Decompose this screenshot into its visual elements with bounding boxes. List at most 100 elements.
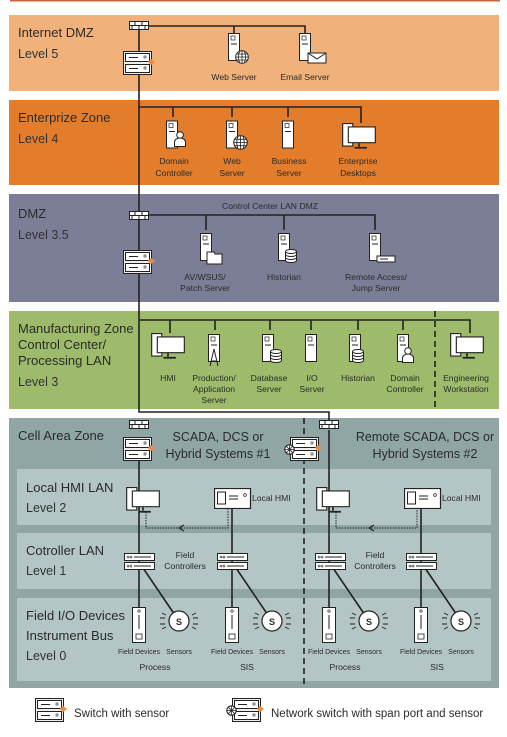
device-label: Web Server <box>211 72 256 82</box>
field-devices-label: Field Devices <box>308 649 351 656</box>
field-controllers-label: Controllers <box>164 561 206 571</box>
field-controllers-label: Field <box>366 550 385 560</box>
device-label: Controller <box>386 384 423 394</box>
device-label: Email Server <box>280 72 329 82</box>
field-devices-label: Field Devices <box>211 649 254 656</box>
span-port-icon <box>284 444 295 455</box>
zone-title: Cell Area Zone <box>18 428 104 443</box>
system-label: SCADA, DCS or <box>173 430 264 444</box>
device-label: Patch Server <box>180 283 230 293</box>
device-label: Web <box>223 156 241 166</box>
device-label: Domain <box>159 156 189 166</box>
network-label: Control Center LAN DMZ <box>222 201 318 211</box>
field-device-icon <box>132 607 146 643</box>
group-label: Process <box>329 662 360 672</box>
device-label: HMI <box>160 373 176 383</box>
system-label: Remote SCADA, DCS or <box>356 430 494 444</box>
server-icon <box>282 120 294 149</box>
field-devices-label: Field Devices <box>400 649 443 656</box>
top-rule <box>10 0 500 2</box>
server-icon <box>208 333 220 363</box>
database-icon <box>285 249 297 263</box>
zone-title: DMZ <box>18 206 46 221</box>
device-label: Server <box>256 384 281 394</box>
zone-title: Internet DMZ <box>18 25 94 40</box>
zone-title: Field I/O Devices <box>26 608 125 623</box>
device-label: Production/ <box>192 373 236 383</box>
device-label: Remote Access/ <box>345 272 408 282</box>
local-hmi-label: Local HMI <box>252 493 291 503</box>
device-label: Server <box>201 395 226 405</box>
system-label: Hybrid Systems #1 <box>166 447 271 461</box>
zone-level: Level 5 <box>18 47 58 61</box>
sensor-symbol: S <box>458 617 464 627</box>
zone-level: Level 3.5 <box>18 228 69 242</box>
sensor-symbol: S <box>176 617 182 627</box>
device-label: Server <box>276 168 301 178</box>
device-label: Engineering <box>443 373 489 383</box>
zone-level: Level 0 <box>26 649 66 663</box>
network-switch-span-icon <box>290 437 322 461</box>
firewall-icon <box>129 211 149 220</box>
device-label: Controller <box>155 168 192 178</box>
switch-with-sensor-icon <box>123 437 155 461</box>
firewall-icon <box>129 21 149 30</box>
zone-title: Local HMI LAN <box>26 480 113 495</box>
zone-level: Level 3 <box>18 375 58 389</box>
sensors-label: Sensors <box>259 649 285 656</box>
device-label: Desktops <box>340 168 376 178</box>
device-label: Server <box>299 384 324 394</box>
device-label: AV/WSUS/ <box>184 272 226 282</box>
folder-icon <box>206 251 223 265</box>
field-device-icon <box>322 607 336 643</box>
zone-level: Level 4 <box>18 132 58 146</box>
device-label: Historian <box>341 373 375 383</box>
remote-access-icon <box>376 255 396 263</box>
system-label: Hybrid Systems #2 <box>373 447 478 461</box>
group-label: SIS <box>240 662 254 672</box>
zone-title: Manufacturing Zone <box>18 321 134 336</box>
firewall-icon <box>319 420 339 429</box>
device-label: I/O <box>306 373 318 383</box>
ics-network-architecture-diagram: Internet DMZ Level 5 Enterprize Zone Lev… <box>9 0 500 722</box>
field-devices-label: Field Devices <box>118 649 161 656</box>
switch-with-sensor-icon <box>123 51 155 75</box>
legend: Switch with sensor Network switch with s… <box>35 698 483 722</box>
sensor-symbol: S <box>366 617 372 627</box>
local-hmi-label: Local HMI <box>442 493 481 503</box>
globe-icon <box>233 135 248 150</box>
database-icon <box>352 349 364 363</box>
device-label: Workstation <box>443 384 488 394</box>
legend-label: Switch with sensor <box>74 708 169 720</box>
device-label: Historian <box>267 272 301 282</box>
field-controllers-label: Field <box>176 550 195 560</box>
zone-title: Cotroller LAN <box>26 543 104 558</box>
group-label: Process <box>139 662 170 672</box>
sensors-label: Sensors <box>166 649 192 656</box>
device-label: Enterprise <box>338 156 377 166</box>
device-label: Server <box>219 168 244 178</box>
envelope-icon <box>307 52 327 64</box>
local-hmi-icon <box>214 488 252 509</box>
switch-with-sensor-icon <box>35 698 67 722</box>
server-icon <box>305 333 317 363</box>
firewall-icon <box>129 420 149 429</box>
field-device-icon <box>414 607 428 643</box>
database-icon <box>270 349 282 363</box>
device-label: Application <box>193 384 235 394</box>
zone-title: Instrument Bus <box>26 628 114 643</box>
field-controllers-label: Controllers <box>354 561 396 571</box>
zone-title: Control Center/ <box>18 337 107 352</box>
globe-icon <box>235 50 249 64</box>
device-label: Business <box>272 156 307 166</box>
switch-with-sensor-icon <box>123 250 155 274</box>
local-hmi-icon <box>404 488 442 509</box>
sensors-label: Sensors <box>356 649 382 656</box>
sensor-symbol: S <box>269 617 275 627</box>
device-label: Jump Server <box>352 283 401 293</box>
legend-label: Network switch with span port and sensor <box>271 708 483 720</box>
device-label: Domain <box>390 373 420 383</box>
zone-title: Processing LAN <box>18 353 111 368</box>
zone-title: Enterprize Zone <box>18 110 111 125</box>
sensors-label: Sensors <box>448 649 474 656</box>
